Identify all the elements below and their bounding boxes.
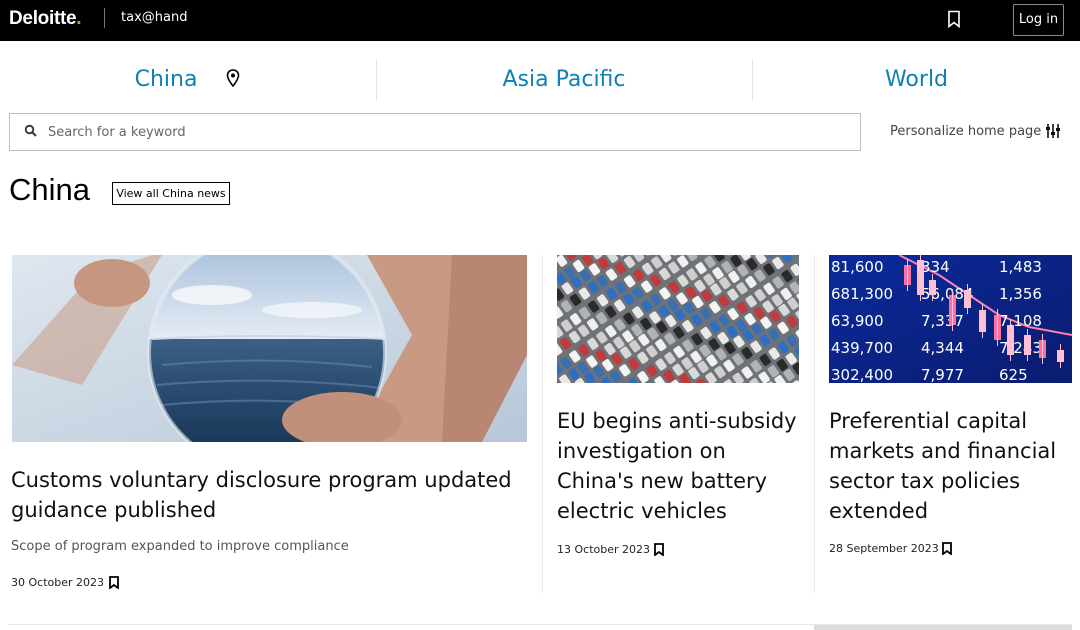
tab-china[interactable]: China: [0, 60, 375, 100]
search-icon: [24, 124, 37, 137]
ticker-value: 81,600: [831, 258, 884, 276]
article-image-parked-cars[interactable]: [557, 255, 799, 383]
tab-world[interactable]: World: [752, 60, 1080, 100]
article-title[interactable]: Preferential capital markets and financi…: [829, 406, 1074, 526]
view-all-china-news-button[interactable]: View all China news: [112, 182, 230, 205]
column-divider: [814, 255, 815, 593]
ticker-value: 7,337: [921, 312, 964, 330]
ticker-value: 1,356: [999, 285, 1042, 303]
sliders-icon[interactable]: [1046, 123, 1060, 139]
article-title[interactable]: EU begins anti-subsidy investigation on …: [557, 406, 805, 526]
section-title: China: [9, 172, 90, 207]
ticker-value: 4,344: [921, 339, 964, 357]
ticker-value: 334: [921, 258, 950, 276]
deloitte-logo[interactable]: Deloitte.: [9, 8, 82, 30]
header-divider: [104, 8, 105, 28]
ticker-value: 7,243: [999, 339, 1042, 357]
ticker-value: 7,108: [999, 312, 1042, 330]
bookmark-icon[interactable]: [109, 576, 119, 589]
ticker-value: 1,483: [999, 258, 1042, 276]
ticker-value: 63,900: [831, 312, 884, 330]
bookmark-icon[interactable]: [942, 542, 952, 555]
next-card-edge: [814, 625, 1072, 630]
ticker-value: 681,300: [831, 285, 893, 303]
search-input[interactable]: [48, 114, 848, 150]
brand-name[interactable]: tax@hand: [121, 10, 187, 25]
article-image-crystal-ball[interactable]: [12, 255, 527, 442]
login-button[interactable]: Log in: [1013, 4, 1064, 36]
personalize-link[interactable]: Personalize home page: [890, 124, 1041, 139]
ticker-value: 302,400: [831, 366, 893, 383]
bookmark-icon[interactable]: [946, 10, 962, 28]
location-pin-icon: [227, 69, 240, 87]
article-date: 30 October 2023: [11, 576, 105, 589]
search-box: [9, 113, 861, 151]
article-subtitle: Scope of program expanded to improve com…: [11, 539, 349, 554]
ticker-value: 439,700: [831, 339, 893, 357]
tab-asia-pacific[interactable]: Asia Pacific: [376, 60, 751, 100]
top-bar: Deloitte. tax@hand Log in: [0, 0, 1080, 41]
column-divider: [542, 255, 543, 593]
bookmark-icon[interactable]: [654, 543, 664, 556]
article-title[interactable]: Customs voluntary disclosure program upd…: [11, 465, 531, 525]
article-date: 13 October 2023: [557, 543, 651, 556]
ticker-value: 625: [999, 366, 1028, 383]
ticker-value: 7,977: [921, 366, 964, 383]
article-image-stock-board[interactable]: 81,600 334 1,483 681,300 56,084 1,356 63,900 7,…: [829, 255, 1072, 383]
tab-label: China: [134, 67, 198, 92]
article-date: 28 September 2023: [829, 542, 939, 555]
